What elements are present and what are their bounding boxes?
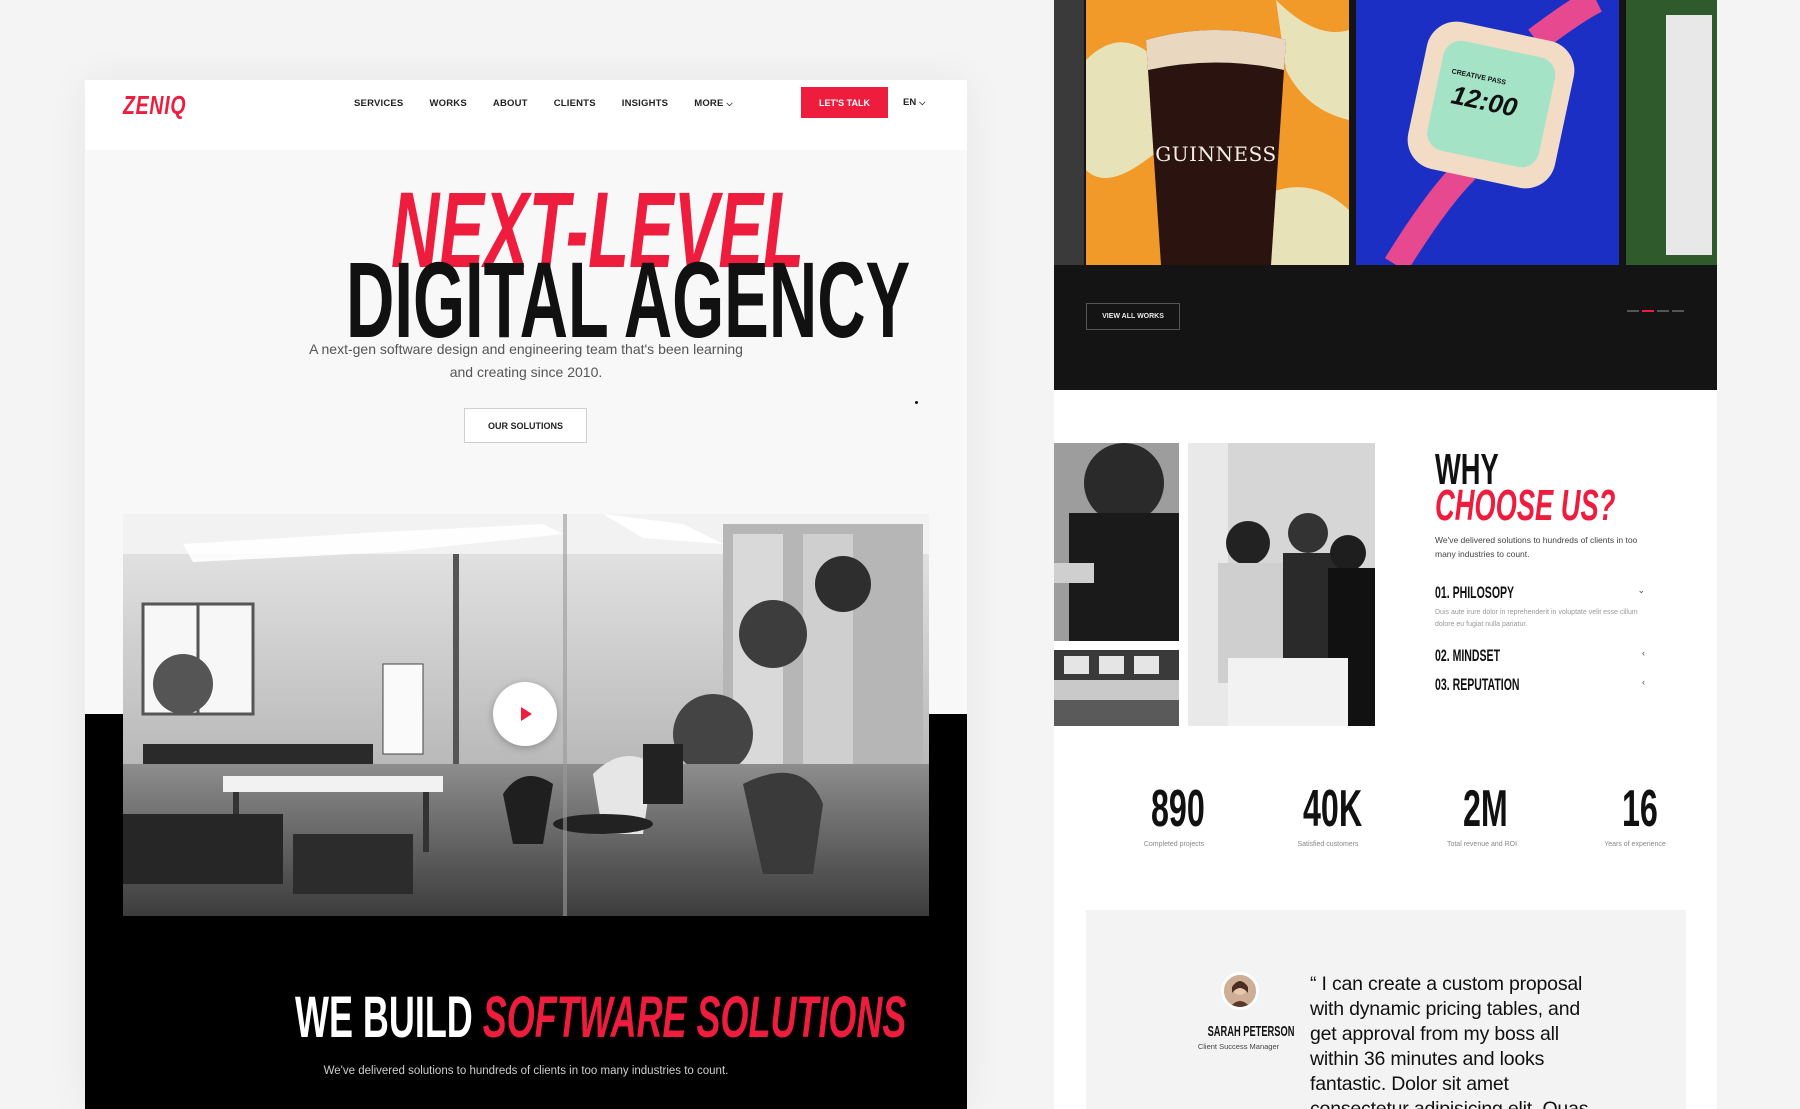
stat-customers: 40K Satisfied customers [1253,783,1403,848]
play-button[interactable] [493,682,557,746]
stat-revenue: 2M Total revenue and ROI [1407,783,1557,848]
chevron-down-icon: ⌵ [726,99,733,108]
chevron-left-icon: ‹ [1642,677,1645,687]
view-all-works-button[interactable]: VIEW ALL WORKS [1086,303,1180,330]
avatar [1221,972,1259,1010]
why-title-accent: CHOOSE US? [1435,481,1616,530]
logo[interactable]: ZENIQ [123,90,207,121]
chevron-left-icon: ‹ [1642,648,1645,658]
accordion-reputation[interactable]: 03. REPUTATION ‹ [1435,675,1645,695]
works-carousel: GUINNESS CREATIVE PASS 12:00 VIEW ALL WO… [1054,0,1717,390]
stat-value: 40K [1303,780,1363,838]
chevron-down-icon: ⌵ [919,98,926,107]
language-label: EN [903,97,917,108]
nav-insights[interactable]: INSIGHTS [622,98,668,109]
team-photo-3 [1188,443,1375,726]
stat-label: Satisfied customers [1297,841,1359,848]
watch-artwork [1356,0,1619,265]
poster-shape [1666,15,1712,255]
nav-works[interactable]: WORKS [429,98,466,109]
stat-value: 2M [1463,780,1508,838]
carousel-pager [1627,310,1684,312]
chevron-down-icon: ⌄ [1637,585,1645,595]
stat-label: Total revenue and ROI [1446,841,1518,848]
work-tile-partial[interactable] [1626,0,1717,265]
homepage-mockup-left: ZENIQ SERVICES WORKS ABOUT CLIENTS INSIG… [85,80,967,1109]
team-photo-2 [1054,650,1179,726]
team-photo-1 [1054,443,1179,641]
stat-value: 890 [1151,780,1205,838]
accordion-mindset[interactable]: 02. MINDSET ‹ [1435,646,1645,666]
main-nav: SERVICES WORKS ABOUT CLIENTS INSIGHTS MO… [354,98,759,109]
homepage-mockup-right: GUINNESS CREATIVE PASS 12:00 VIEW ALL WO… [1054,0,1717,1109]
cursor-dot [915,401,918,404]
pager-dot-active[interactable] [1642,310,1654,312]
section-title: WE BUILD SOFTWARE SOLUTIONS [295,989,906,1047]
accordion-title: 01. PHILOSOPY [1435,583,1515,602]
pager-dot[interactable] [1627,310,1639,312]
accordion-title: 02. MINDSET [1435,646,1501,665]
our-solutions-button[interactable]: OUR SOLUTIONS [464,408,587,443]
work-tile-guinness[interactable]: GUINNESS [1086,0,1349,265]
testimonial-name: SARAH PETERSON [1181,1023,1301,1040]
stat-experience: 16 Years of experience [1560,783,1710,848]
hero-subtitle: A next-gen software design and engineeri… [309,341,743,380]
stat-label: Years of experience [1604,841,1666,848]
stat-projects: 890 Completed projects [1099,783,1249,848]
guinness-artwork [1086,0,1349,265]
why-subtitle: We've delivered solutions to hundreds of… [1435,535,1638,559]
nav-services[interactable]: SERVICES [354,98,403,109]
nav-more-label: MORE [694,98,724,109]
work-tile-edge[interactable] [1054,0,1084,265]
guinness-label: GUINNESS [1155,142,1277,166]
nav-about[interactable]: ABOUT [493,98,528,109]
nav-clients[interactable]: CLIENTS [554,98,596,109]
testimonial-name-text: SARAH PETERSON [1207,1023,1295,1040]
team-photo-3-image [1188,443,1375,726]
stat-label: Completed projects [1143,841,1205,848]
team-photo-1-image [1054,443,1179,641]
lets-talk-button[interactable]: LET'S TALK [801,87,888,118]
stat-value: 16 [1622,780,1658,838]
accordion-title: 03. REPUTATION [1435,675,1520,694]
accordion-body: Duis aute irure dolor in reprehenderit i… [1435,609,1638,628]
testimonial-role: Client Success Manager [1197,1042,1280,1051]
language-selector[interactable]: EN ⌵ [903,97,925,108]
office-video-thumbnail[interactable] [123,514,929,916]
section-subtitle: We've delivered solutions to hundreds of… [323,1065,729,1077]
nav-more[interactable]: MORE ⌵ [694,98,733,109]
section-title-white: WE BUILD [295,985,483,1050]
testimonial-quote: “ I can create a custom proposal with dy… [1310,973,1589,1109]
section-title-accent: SOFTWARE SOLUTIONS [482,985,907,1050]
accordion-philosophy[interactable]: 01. PHILOSOPY ⌄ Duis aute irure dolor in… [1435,583,1645,631]
pager-dot[interactable] [1672,310,1684,312]
pager-dot[interactable] [1657,310,1669,312]
team-photo-2-image [1054,650,1179,726]
testimonial-card: SARAH PETERSON Client Success Manager “ … [1086,910,1686,1109]
work-tile-watch[interactable]: CREATIVE PASS 12:00 [1356,0,1619,265]
avatar-image [1224,975,1256,1007]
